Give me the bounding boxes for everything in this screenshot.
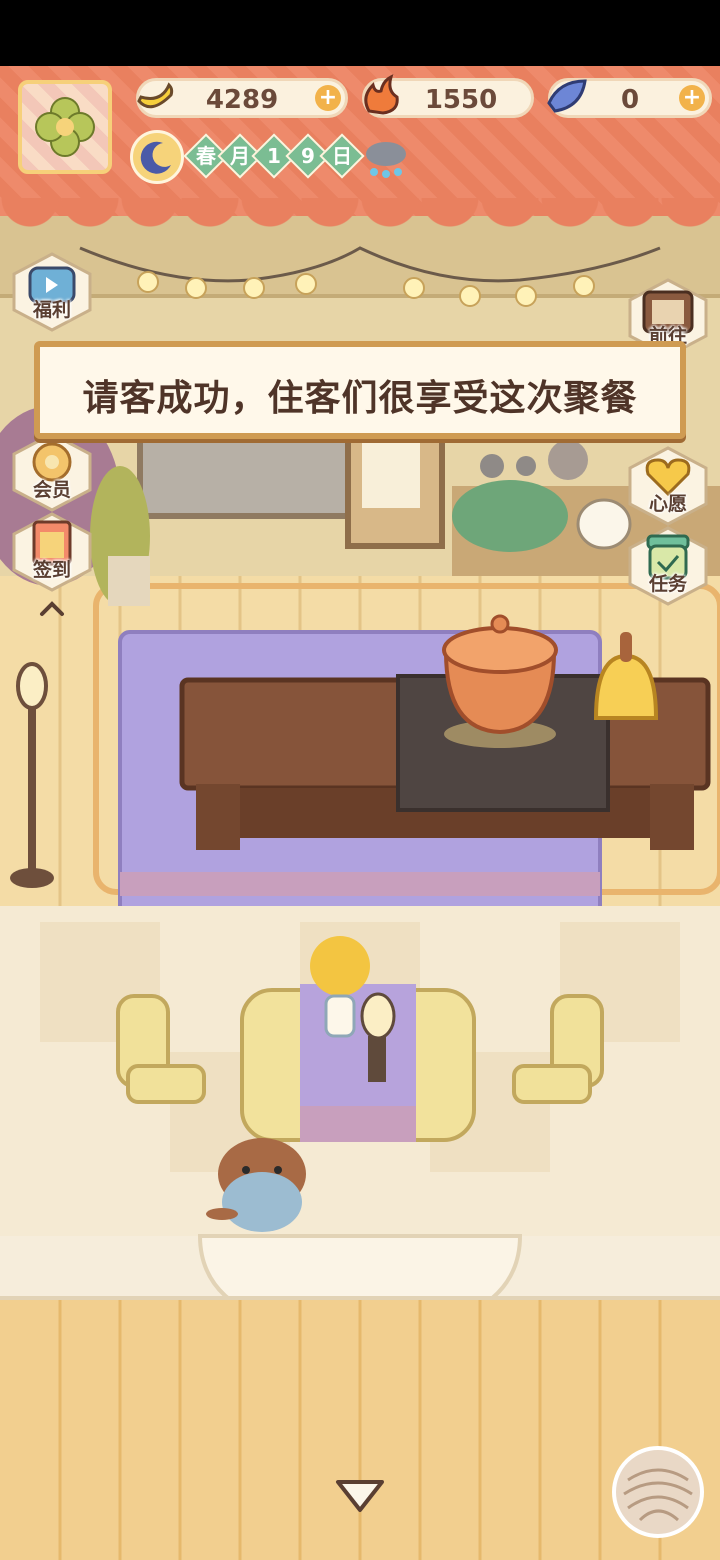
clover-flower-icon <box>35 97 95 157</box>
chili-flame-icon <box>364 74 399 115</box>
message-banner: 请客成功，住客们很享受这次聚餐 <box>34 341 686 439</box>
welfare-label: 福利 <box>32 299 71 321</box>
welfare-button[interactable]: 福利 <box>10 252 94 332</box>
gem-count: 0 <box>620 85 640 115</box>
member-label: 会员 <box>32 479 71 501</box>
month-label: 月 <box>230 144 250 168</box>
member-button[interactable]: 会员 <box>10 432 94 512</box>
banana-icon <box>137 82 174 109</box>
moon-icon <box>130 130 184 184</box>
chevron-down-icon[interactable] <box>334 1476 386 1516</box>
season-label: 春 <box>196 144 216 168</box>
top-bar-scallop <box>0 198 720 238</box>
chili-resource: 1550 <box>362 74 534 118</box>
day-digit-1: 1 <box>267 144 281 168</box>
day-suffix-label: 日 <box>332 144 352 168</box>
gem-add-button[interactable]: + <box>679 85 705 111</box>
yarn-ball-button[interactable] <box>612 1446 704 1538</box>
yarn-ball-icon <box>623 1468 693 1522</box>
player-avatar[interactable] <box>18 80 112 174</box>
gem-resource: 0 + <box>547 78 712 118</box>
game-scene: 4289 + 1550 0 + 春 月 1 9 日 福利 会员 签到 前往 心愿… <box>0 66 720 1560</box>
message-text: 请客成功，住客们很享受这次聚餐 <box>82 378 638 419</box>
task-button[interactable]: 任务 <box>626 526 710 606</box>
banana-resource: 4289 + <box>136 78 348 118</box>
wish-label: 心愿 <box>648 493 687 515</box>
checkin-button[interactable]: 签到 <box>10 512 94 592</box>
restaurant-room <box>0 206 720 1560</box>
banana-add-button[interactable]: + <box>315 85 341 111</box>
checkin-label: 签到 <box>32 559 71 581</box>
day-digit-2: 9 <box>301 144 315 168</box>
wish-button[interactable]: 心愿 <box>626 446 710 526</box>
rain-cloud-icon <box>366 142 406 178</box>
task-label: 任务 <box>648 573 687 595</box>
chevron-up-icon[interactable] <box>38 600 66 618</box>
chili-count: 1550 <box>424 85 498 115</box>
blue-fish-gem-icon <box>547 79 587 113</box>
banana-count: 4289 <box>205 85 279 115</box>
